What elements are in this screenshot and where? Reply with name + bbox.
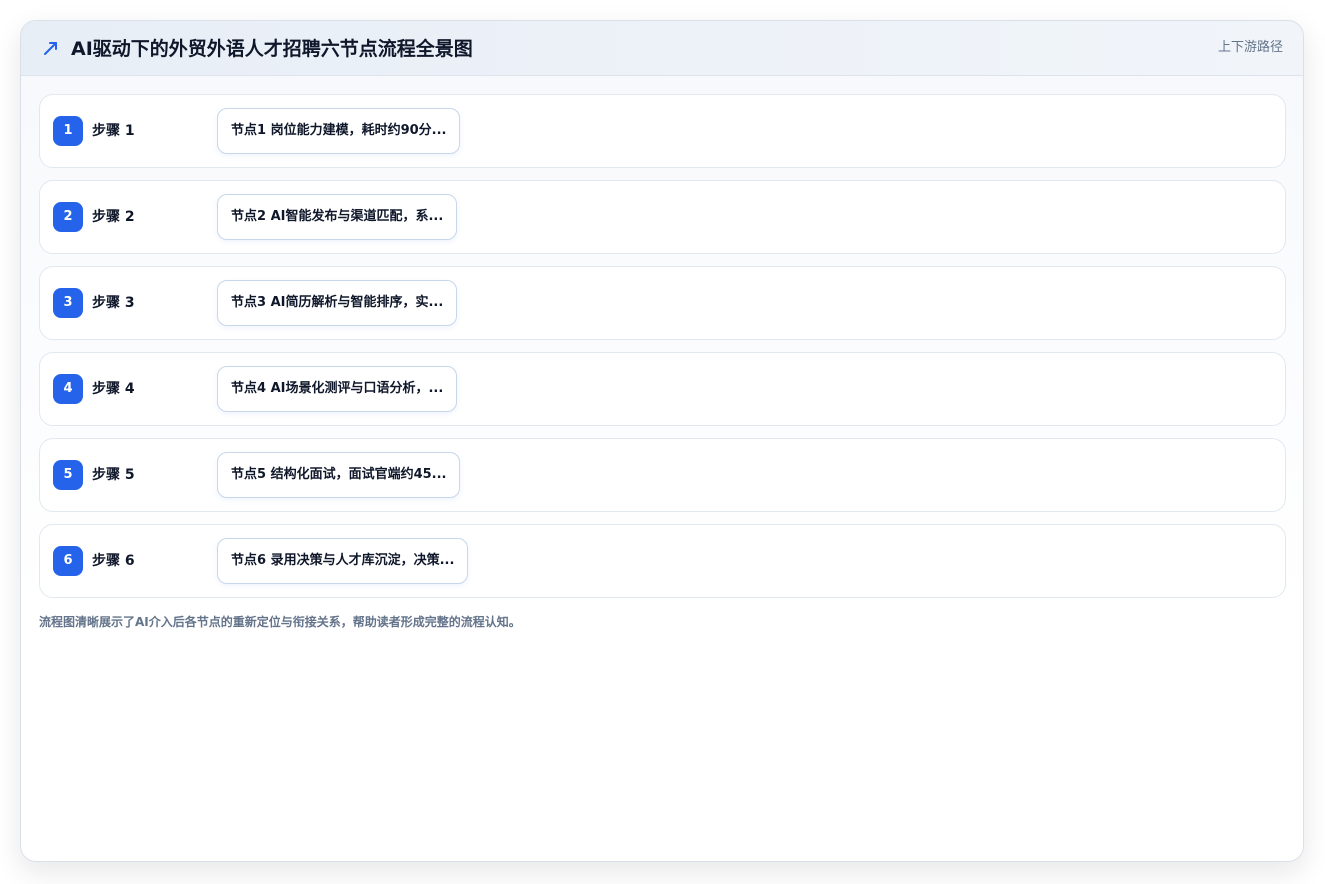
step-row: 1 步骤 1 节点1 岗位能力建模，耗时约90分... [39,94,1286,168]
node-box[interactable]: 节点5 结构化面试，面试官端约45... [217,452,461,498]
node-box[interactable]: 节点1 岗位能力建模，耗时约90分... [217,108,461,154]
card-header: AI驱动下的外贸外语人才招聘六节点流程全景图 上下游路径 [21,21,1303,76]
node-box[interactable]: 节点6 录用决策与人才库沉淀，决策... [217,538,469,584]
step-row: 3 步骤 3 节点3 AI简历解析与智能排序，实... [39,266,1286,340]
step-row: 2 步骤 2 节点2 AI智能发布与渠道匹配，系... [39,180,1286,254]
flow-diagram-card: AI驱动下的外贸外语人才招聘六节点流程全景图 上下游路径 1 步骤 1 节点1 … [20,20,1304,862]
route-label: 上下游路径 [1217,40,1283,55]
step-label: 步骤 5 [92,467,135,483]
step-label: 步骤 6 [92,553,135,569]
step-number-badge: 1 [53,116,83,146]
node-box[interactable]: 节点3 AI简历解析与智能排序，实... [217,280,458,326]
node-box[interactable]: 节点4 AI场景化测评与口语分析，... [217,366,458,412]
step-number-badge: 5 [53,460,83,490]
diagram-caption: 流程图清晰展示了AI介入后各节点的重新定位与衔接关系，帮助读者形成完整的流程认知… [39,615,521,629]
diagram-title: AI驱动下的外贸外语人才招聘六节点流程全景图 [71,38,473,60]
step-row: 5 步骤 5 节点5 结构化面试，面试官端约45... [39,438,1286,512]
step-label: 步骤 2 [92,209,135,225]
node-box[interactable]: 节点2 AI智能发布与渠道匹配，系... [217,194,458,240]
step-label: 步骤 1 [92,123,135,139]
step-list: 1 步骤 1 节点1 岗位能力建模，耗时约90分... 2 步骤 2 节点2 A… [39,94,1286,610]
step-label: 步骤 3 [92,295,135,311]
step-row: 4 步骤 4 节点4 AI场景化测评与口语分析，... [39,352,1286,426]
step-number-badge: 3 [53,288,83,318]
step-number-badge: 4 [53,374,83,404]
step-number-badge: 6 [53,546,83,576]
step-row: 6 步骤 6 节点6 录用决策与人才库沉淀，决策... [39,524,1286,598]
step-label: 步骤 4 [92,381,135,397]
trend-arrow-icon [44,42,57,55]
step-number-badge: 2 [53,202,83,232]
